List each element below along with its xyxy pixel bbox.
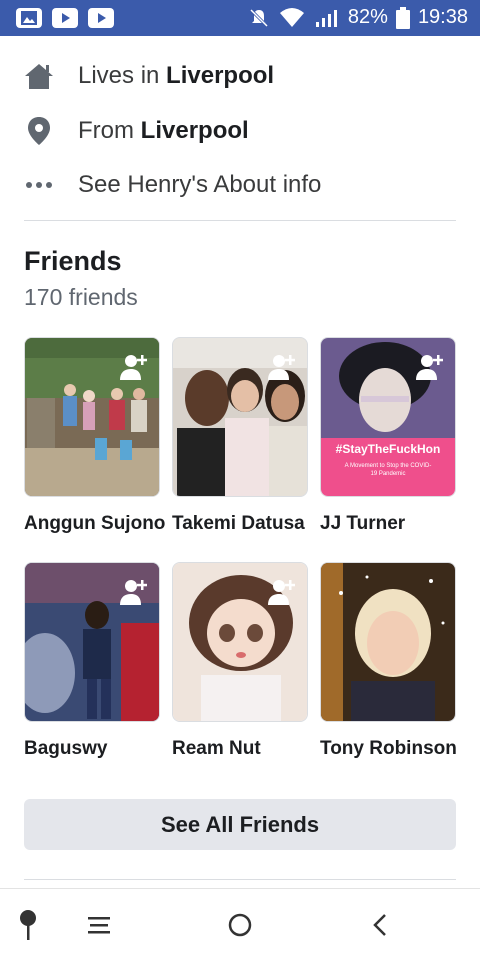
friend-photo[interactable] (24, 337, 160, 497)
add-friend-icon[interactable] (267, 577, 297, 607)
friend-card[interactable]: #StayTheFuckHon A Movement to Stop the C… (320, 337, 456, 535)
jj-banner-text: #StayTheFuckHon (335, 442, 441, 456)
lives-in-city: Liverpool (166, 62, 275, 89)
wifi-icon (279, 7, 304, 27)
add-friend-icon[interactable] (119, 577, 149, 607)
friend-name[interactable]: Ream Nut (172, 738, 308, 760)
pin-icon[interactable] (10, 907, 46, 943)
add-friend-icon[interactable] (415, 352, 445, 382)
see-about-row[interactable]: See Henry's About info (24, 165, 464, 205)
home-button-icon[interactable] (222, 907, 258, 943)
friends-heading: Friends (24, 246, 122, 276)
from-prefix: From (78, 117, 141, 144)
from-city: Liverpool (140, 117, 249, 144)
youtube-app-icon (88, 8, 114, 28)
add-friend-icon[interactable] (119, 352, 149, 382)
friend-name[interactable]: Baguswy (24, 738, 160, 760)
friend-photo (320, 562, 456, 722)
friend-photo[interactable] (172, 562, 308, 722)
friends-count: 170 friends (24, 284, 138, 310)
friend-name[interactable]: Tony Robinson (320, 738, 457, 760)
friend-card[interactable]: Takemi Datusa (172, 337, 308, 535)
lives-in-prefix: Lives in (78, 62, 167, 89)
jj-banner-sub: A Movement to Stop the COVID-19 Pandemic (344, 463, 432, 477)
mute-notification-icon (249, 8, 268, 27)
friend-card[interactable]: Tony Robinson (320, 562, 457, 760)
battery-icon (395, 6, 410, 29)
friend-name[interactable]: Anggun Sujono (24, 513, 165, 535)
back-icon[interactable] (362, 907, 398, 943)
friend-card[interactable]: Anggun Sujono (24, 337, 165, 535)
see-all-friends-button[interactable]: See All Friends (24, 799, 456, 850)
system-nav-bar (0, 888, 480, 961)
status-bar: 82% 19:38 (0, 0, 480, 36)
friend-photo[interactable]: #StayTheFuckHon A Movement to Stop the C… (320, 337, 456, 497)
friend-photo[interactable] (172, 337, 308, 497)
friend-name[interactable]: JJ Turner (320, 513, 456, 535)
signal-icon (315, 9, 337, 27)
gallery-app-icon (16, 8, 42, 28)
friend-card[interactable]: Baguswy (24, 562, 160, 760)
friend-photo[interactable] (24, 562, 160, 722)
friend-card[interactable]: Ream Nut (172, 562, 308, 760)
lives-in-row[interactable]: Lives in Liverpool (24, 56, 464, 96)
youtube-app-icon (52, 8, 78, 28)
divider (24, 879, 456, 880)
divider (24, 220, 456, 221)
recent-apps-icon[interactable] (81, 907, 117, 943)
home-icon (24, 61, 54, 91)
see-about-label: See Henry's About info (78, 171, 322, 198)
friend-name[interactable]: Takemi Datusa (172, 513, 308, 535)
clock: 19:38 (417, 6, 468, 28)
from-row[interactable]: From Liverpool (24, 111, 464, 151)
add-friend-icon[interactable] (267, 352, 297, 382)
more-dots-icon (24, 170, 54, 200)
location-pin-icon (24, 116, 54, 146)
battery-percent: 82% (347, 6, 388, 28)
